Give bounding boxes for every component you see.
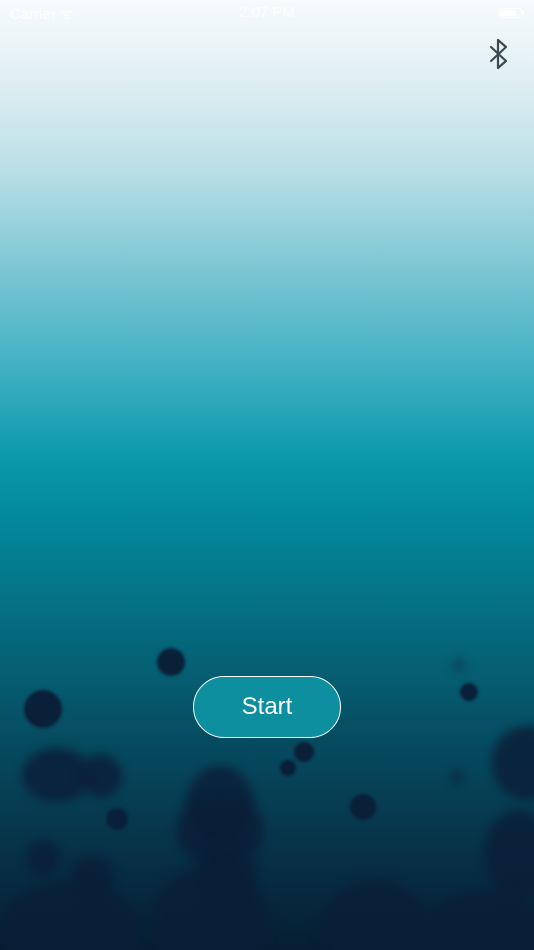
app-screen: Carrier ᯤ 2:07 PM Start — [0, 0, 534, 950]
start-button[interactable]: Start — [193, 676, 341, 738]
background-silhouettes — [0, 0, 534, 950]
